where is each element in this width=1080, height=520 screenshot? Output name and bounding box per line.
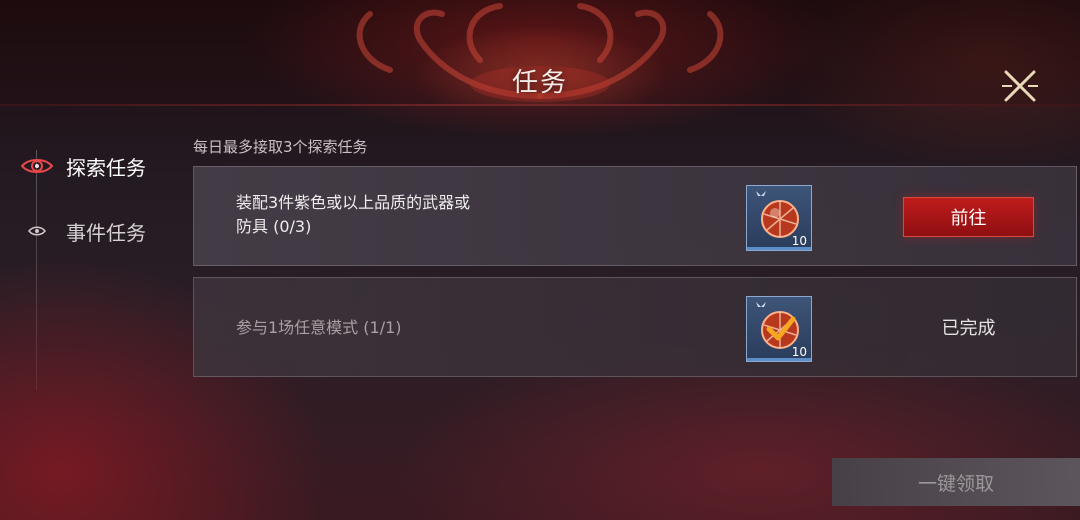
sidebar-item-label: 事件任务 xyxy=(66,220,146,245)
reward-count: 10 xyxy=(791,345,807,359)
claim-all-button[interactable]: 一键领取 xyxy=(832,458,1080,506)
eye-icon xyxy=(20,154,54,178)
task-description: 参与1场任意模式 (1/1) xyxy=(236,316,536,340)
task-card: 参与1场任意模式 (1/1) 10 已完成 xyxy=(193,277,1077,377)
sidebar-item-label: 探索任务 xyxy=(66,155,146,180)
sidebar-item-event[interactable]: 事件任务 xyxy=(20,211,146,251)
eye-icon xyxy=(20,219,54,243)
page-title: 任务 xyxy=(511,68,568,98)
reward-item[interactable]: 10 xyxy=(746,185,812,251)
task-description-line: 参与1场任意模式 (1/1) xyxy=(236,318,402,337)
close-button[interactable] xyxy=(998,64,1042,108)
sidebar-divider xyxy=(36,150,37,390)
header-divider xyxy=(0,104,1080,106)
reward-count: 10 xyxy=(791,234,807,248)
sidebar-item-explore[interactable]: 探索任务 xyxy=(20,146,146,186)
status-completed: 已完成 xyxy=(941,318,996,339)
task-description: 装配3件紫色或以上品质的武器或 防具 (0/3) xyxy=(236,191,536,239)
task-card: 装配3件紫色或以上品质的武器或 防具 (0/3) 10 前往 xyxy=(193,166,1077,266)
close-icon xyxy=(1002,70,1038,102)
daily-limit-hint: 每日最多接取3个探索任务 xyxy=(193,138,368,156)
task-description-line: 装配3件紫色或以上品质的武器或 xyxy=(236,193,471,212)
task-description-line: 防具 (0/3) xyxy=(236,217,312,236)
reward-item[interactable]: 10 xyxy=(746,296,812,362)
go-button[interactable]: 前往 xyxy=(903,197,1034,237)
